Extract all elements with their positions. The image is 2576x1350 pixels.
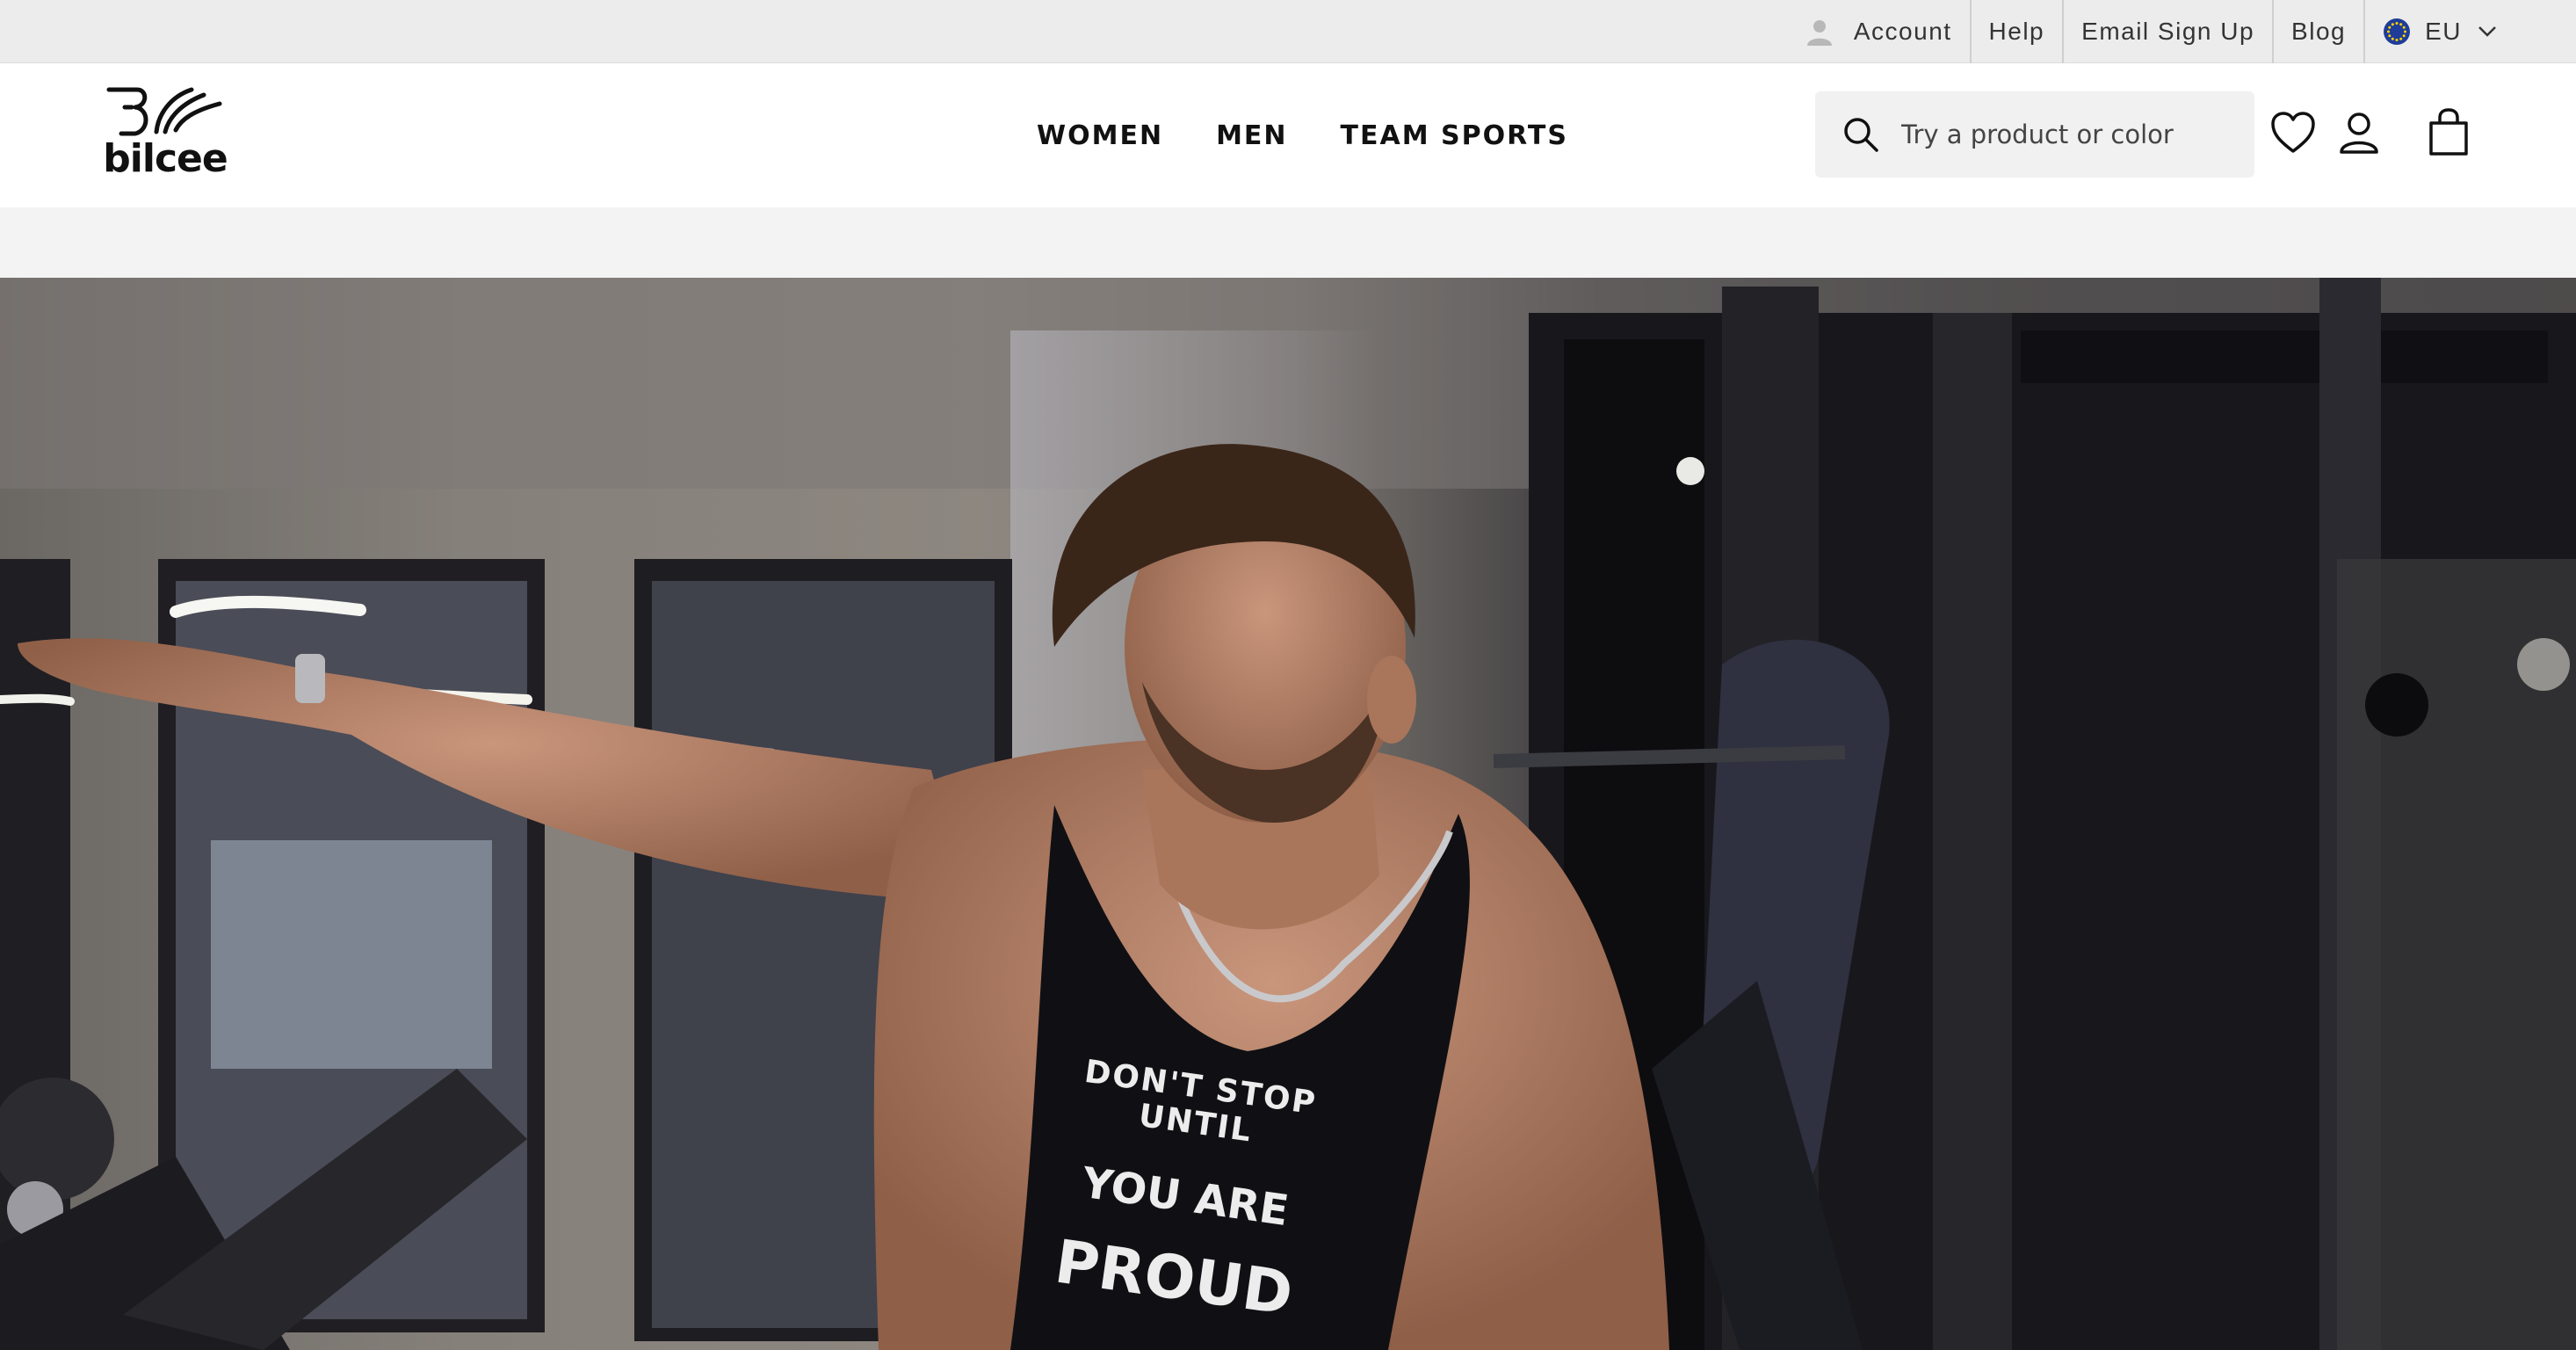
promo-strip xyxy=(0,207,2576,278)
account-label: Account xyxy=(1853,17,1952,45)
search-box[interactable] xyxy=(1815,91,2254,178)
brand-logo[interactable]: bilcee xyxy=(103,84,228,190)
help-label: Help xyxy=(1988,17,2045,45)
shopping-bag-icon[interactable] xyxy=(2427,107,2471,156)
eu-flag-icon xyxy=(2384,18,2411,45)
help-link[interactable]: Help xyxy=(1969,0,2063,63)
brand-name: bilcee xyxy=(103,136,228,181)
search-input[interactable] xyxy=(1899,119,2254,150)
shirt-line-2: YOU ARE xyxy=(1079,1158,1292,1237)
user-silhouette-icon xyxy=(1805,17,1834,47)
main-nav: WOMEN MEN TEAM SPORTS xyxy=(1037,63,1568,207)
blog-label: Blog xyxy=(2291,17,2347,45)
region-label: EU xyxy=(2425,17,2462,45)
site-header: bilcee WOMEN MEN TEAM SPORTS xyxy=(0,63,2576,207)
heart-icon[interactable] xyxy=(2270,111,2316,155)
email-signup-label: Email Sign Up xyxy=(2081,17,2255,45)
email-signup-link[interactable]: Email Sign Up xyxy=(2062,0,2272,63)
chevron-down-icon xyxy=(2478,25,2497,38)
blog-link[interactable]: Blog xyxy=(2272,0,2363,63)
nav-men[interactable]: MEN xyxy=(1216,120,1287,151)
shirt-print-text: DON'T STOP UNTIL YOU ARE PROUD xyxy=(1021,1049,1351,1334)
user-icon[interactable] xyxy=(2339,111,2379,155)
nav-team-sports[interactable]: TEAM SPORTS xyxy=(1341,120,1568,151)
account-link[interactable]: Account xyxy=(1787,0,1970,63)
search-icon[interactable] xyxy=(1842,115,1880,154)
wing-logo-icon xyxy=(106,87,222,136)
hero-banner[interactable]: DON'T STOP UNTIL YOU ARE PROUD xyxy=(0,278,2576,1350)
region-selector[interactable]: EU xyxy=(2363,0,2514,63)
utility-bar: Account Help Email Sign Up Blog EU xyxy=(0,0,2576,63)
nav-women[interactable]: WOMEN xyxy=(1037,120,1163,151)
